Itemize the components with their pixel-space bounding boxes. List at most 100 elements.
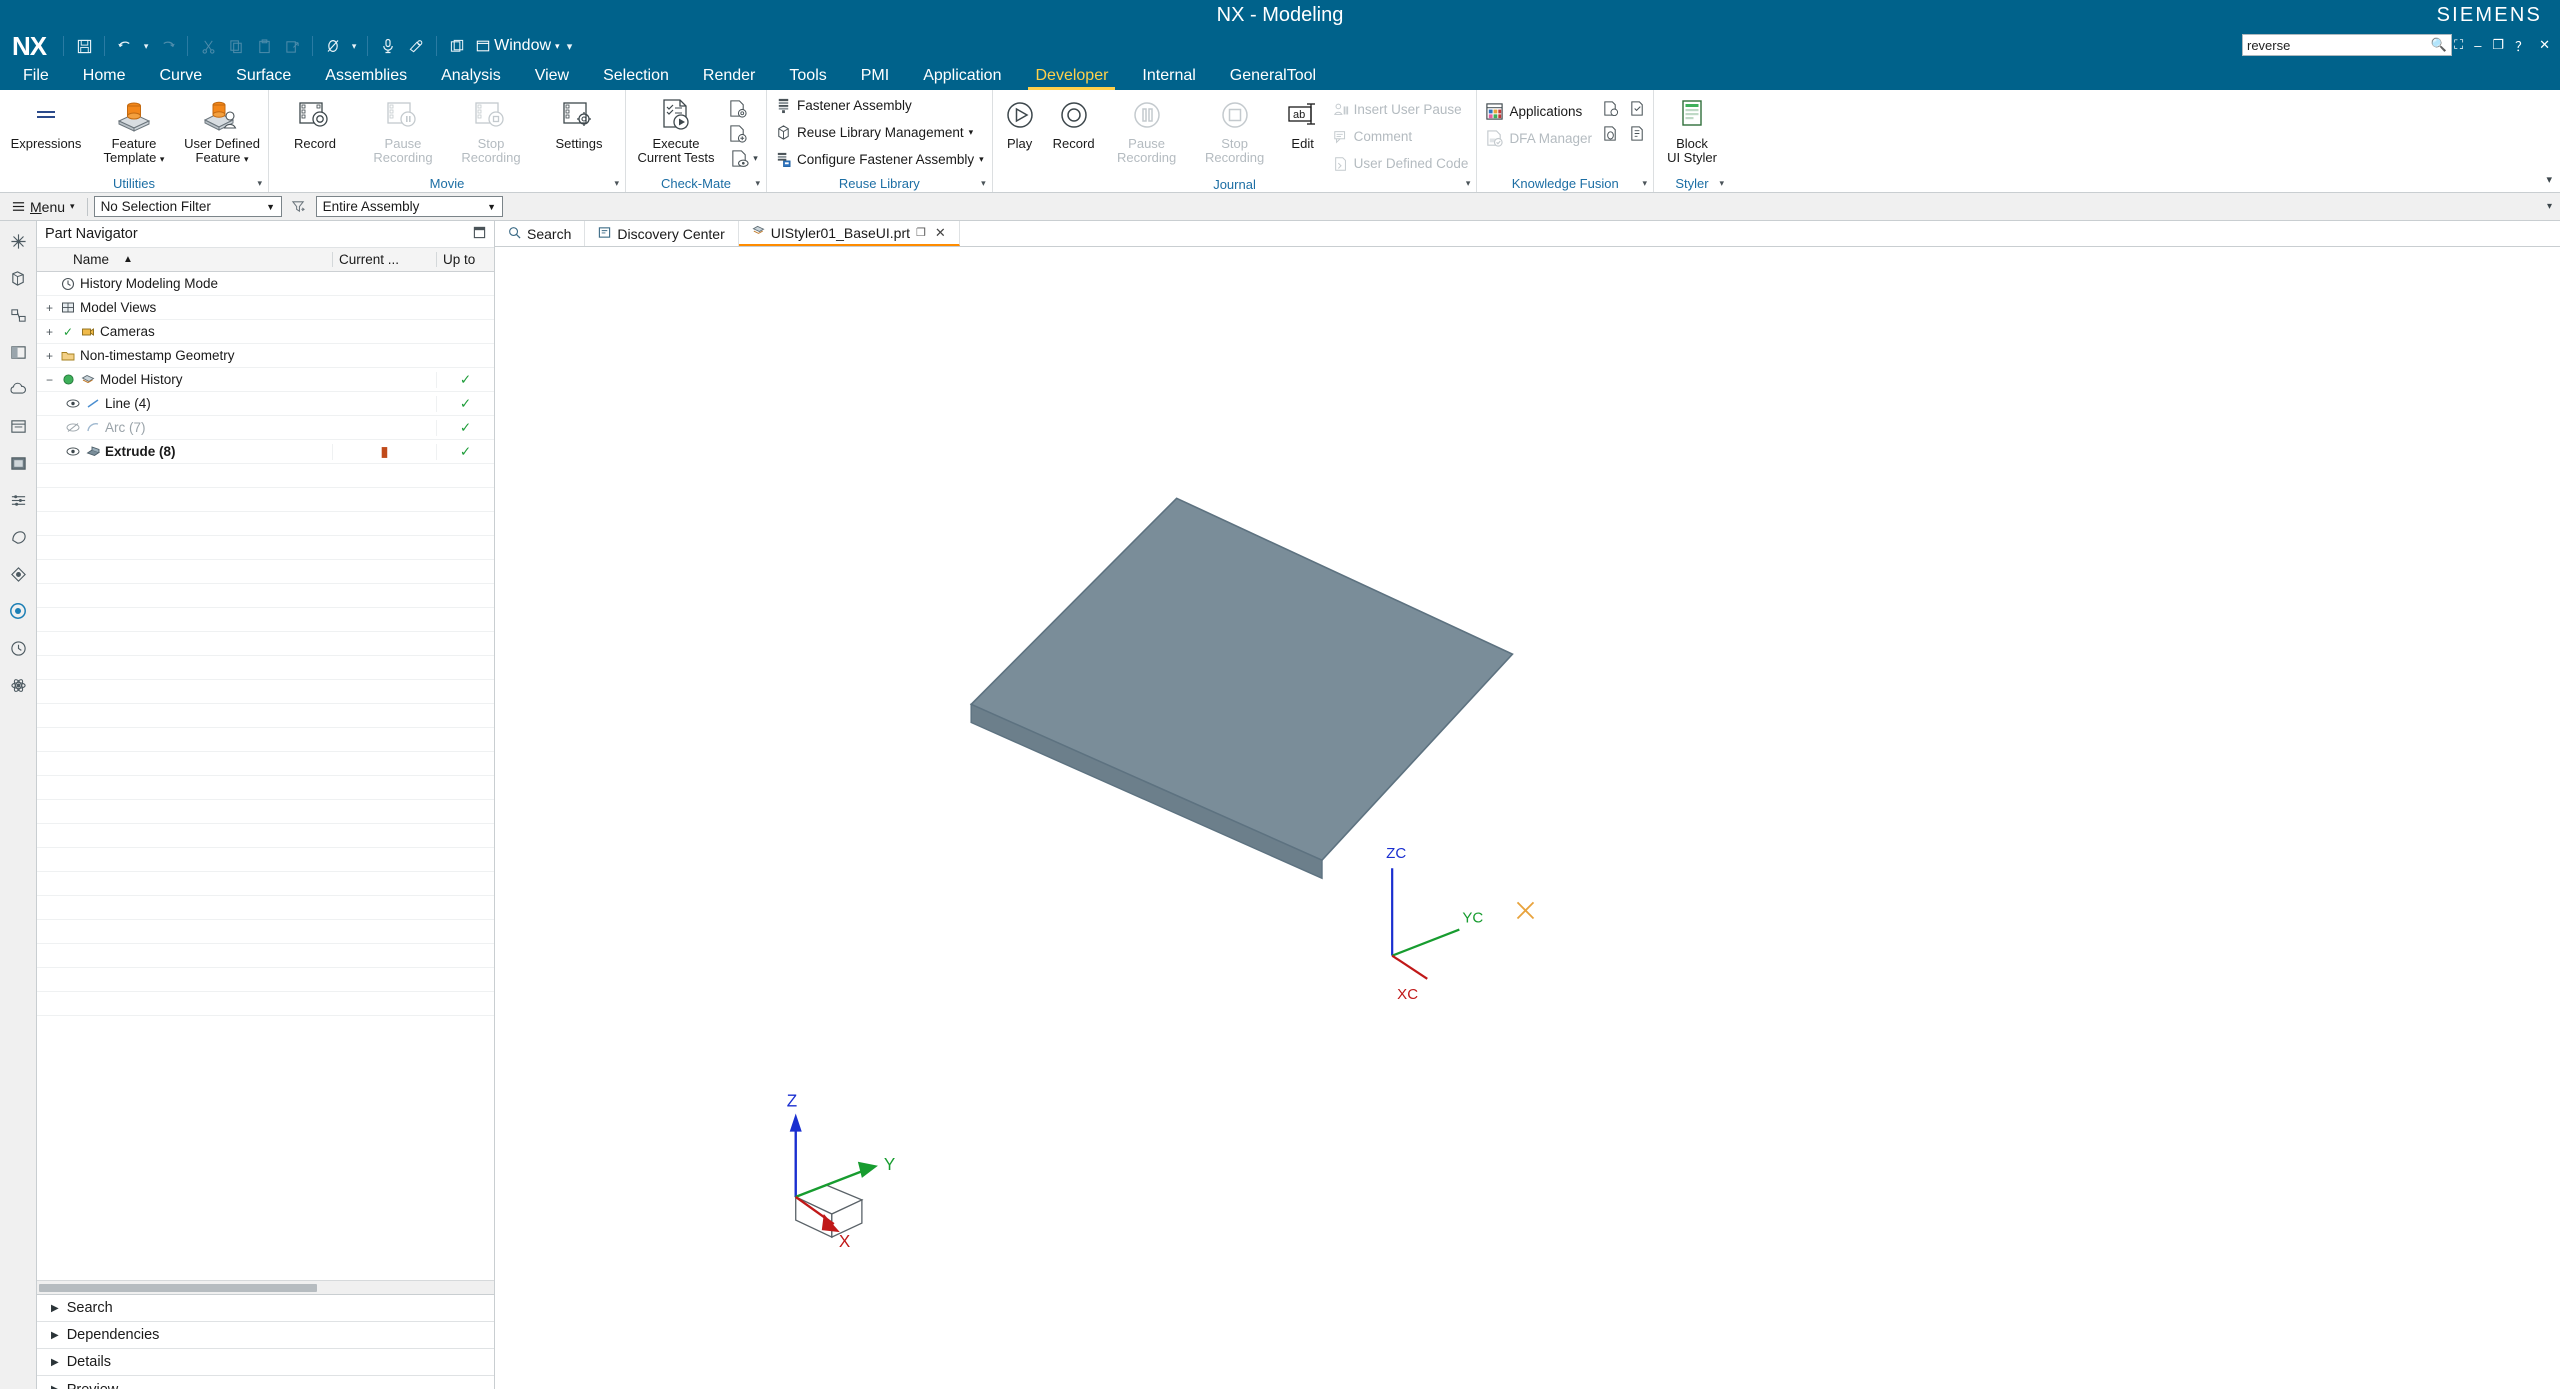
table-row-empty[interactable] — [37, 464, 494, 488]
table-row-empty[interactable] — [37, 728, 494, 752]
user-defined-feature-button[interactable]: User Defined Feature ▾ — [178, 94, 266, 166]
table-row-empty[interactable] — [37, 632, 494, 656]
table-row-empty[interactable] — [37, 656, 494, 680]
styler-dialog-launcher[interactable]: ▾ — [1719, 178, 1724, 189]
undo-dropdown-icon[interactable]: ▾ — [140, 33, 152, 59]
hide-dropdown-icon[interactable]: ▾ — [348, 33, 360, 59]
restore-button[interactable]: ❐ — [2492, 37, 2504, 53]
table-row-empty[interactable] — [37, 848, 494, 872]
eye-icon[interactable] — [65, 398, 81, 409]
execute-current-tests-button[interactable]: Execute Current Tests — [628, 94, 724, 165]
qa-customize-icon[interactable]: ▾ — [562, 33, 578, 59]
applications-item[interactable]: Applications — [1479, 98, 1598, 125]
setup-test-icon[interactable] — [724, 96, 750, 120]
topology-icon[interactable] — [4, 671, 32, 699]
reuse-library-dialog-launcher[interactable]: ▾ — [981, 178, 986, 189]
column-header-current[interactable]: Current ... — [332, 252, 436, 267]
hd3d-tools-icon[interactable] — [4, 375, 32, 403]
voice-icon[interactable] — [375, 33, 401, 59]
tab-search[interactable]: Search — [495, 221, 586, 246]
table-row-empty[interactable] — [37, 512, 494, 536]
web-browser-icon[interactable] — [4, 412, 32, 440]
constraint-navigator-icon[interactable] — [4, 301, 32, 329]
tab-generaltool[interactable]: GeneralTool — [1213, 62, 1333, 90]
table-row[interactable]: + ✓ Cameras — [37, 320, 494, 344]
close-button[interactable]: ✕ — [2539, 37, 2550, 53]
search-icon[interactable]: 🔍 — [2431, 37, 2447, 53]
funnel-reset-icon[interactable] — [288, 199, 310, 214]
clock-icon[interactable] — [4, 634, 32, 662]
table-row-empty[interactable] — [37, 872, 494, 896]
view-results-icon[interactable]: ▾ — [724, 146, 764, 170]
movie-record-button[interactable]: Record — [271, 94, 359, 151]
hide-icon[interactable] — [320, 33, 346, 59]
assembly-navigator-icon[interactable] — [4, 227, 32, 255]
part-navigator-hscrollbar[interactable] — [37, 1280, 494, 1294]
tab-assemblies[interactable]: Assemblies — [308, 62, 424, 90]
paste-special-icon[interactable] — [279, 33, 305, 59]
view-manager-icon[interactable] — [4, 597, 32, 625]
column-header-name[interactable]: Name ▲ — [37, 252, 332, 267]
kf-check-icon[interactable] — [1625, 96, 1651, 120]
paint-icon[interactable] — [403, 33, 429, 59]
copy-icon[interactable] — [223, 33, 249, 59]
chevron-down-icon[interactable]: ▾ — [969, 127, 974, 138]
tab-part-file[interactable]: UIStyler01_BaseUI.prt ❐ ✕ — [738, 221, 960, 246]
scrollbar-thumb[interactable] — [39, 1283, 317, 1292]
table-row-empty[interactable] — [37, 488, 494, 512]
table-row-empty[interactable] — [37, 992, 494, 1016]
reuse-library-management-item[interactable]: Reuse Library Management ▾ — [769, 119, 979, 146]
paste-icon[interactable] — [251, 33, 277, 59]
search-input[interactable] — [2247, 37, 2431, 53]
tab-surface[interactable]: Surface — [219, 62, 308, 90]
tree-expander[interactable]: + — [43, 301, 56, 315]
tab-tools[interactable]: Tools — [772, 62, 843, 90]
journal-edit-button[interactable]: ab Edit — [1279, 94, 1327, 151]
movie-dialog-launcher[interactable]: ▾ — [614, 178, 619, 189]
tab-render[interactable]: Render — [686, 62, 772, 90]
add-test-icon[interactable] — [724, 121, 750, 145]
section-dependencies[interactable]: ▶ Dependencies — [37, 1322, 494, 1349]
kf-navigator-icon[interactable] — [1598, 96, 1624, 120]
eye-off-icon[interactable] — [65, 422, 81, 433]
table-row-empty[interactable] — [37, 920, 494, 944]
table-row[interactable]: History Modeling Mode — [37, 272, 494, 296]
tab-pmi[interactable]: PMI — [844, 62, 906, 90]
table-row-empty[interactable] — [37, 968, 494, 992]
block-ui-styler-button[interactable]: Block UI Styler — [1656, 94, 1728, 165]
table-row[interactable]: + Model Views — [37, 296, 494, 320]
table-row-empty[interactable] — [37, 704, 494, 728]
fastener-assembly-item[interactable]: Fastener Assembly — [769, 92, 918, 119]
close-icon[interactable]: ✕ — [935, 225, 946, 241]
tab-internal[interactable]: Internal — [1125, 62, 1212, 90]
tab-file[interactable]: File — [6, 62, 66, 90]
chevron-down-icon[interactable]: ▼ — [263, 202, 279, 212]
eye-icon[interactable] — [65, 446, 81, 457]
part-navigator-tree[interactable]: History Modeling Mode + Model Views + ✓ … — [37, 272, 494, 1280]
window-menu[interactable]: Window ▾ — [476, 37, 560, 55]
command-finder[interactable]: 🔍 — [2242, 34, 2452, 56]
tab-discovery-center[interactable]: Discovery Center — [585, 221, 739, 246]
configure-fastener-assembly-item[interactable]: Configure Fastener Assembly ▾ — [769, 146, 990, 173]
kf-debug-icon[interactable] — [1598, 121, 1624, 145]
expressions-button[interactable]: Expressions — [2, 94, 90, 151]
section-preview[interactable]: ▶ Preview — [37, 1376, 494, 1389]
cut-icon[interactable] — [195, 33, 221, 59]
pin-icon[interactable] — [473, 226, 486, 242]
history-icon[interactable] — [4, 449, 32, 477]
table-row-empty[interactable] — [37, 584, 494, 608]
selbar-overflow-icon[interactable]: ▾ — [2547, 201, 2552, 212]
journal-dialog-launcher[interactable]: ▾ — [1466, 178, 1471, 189]
redo-icon[interactable] — [154, 33, 180, 59]
checkmate-dialog-launcher[interactable]: ▾ — [755, 178, 760, 189]
kf-browser-icon[interactable] — [1625, 121, 1651, 145]
selection-scope-combo[interactable]: Entire Assembly ▼ — [315, 196, 503, 217]
table-row[interactable]: + Non-timestamp Geometry — [37, 344, 494, 368]
float-tab-icon[interactable]: ❐ — [916, 226, 926, 239]
table-row-empty[interactable] — [37, 680, 494, 704]
tab-home[interactable]: Home — [66, 62, 143, 90]
tab-analysis[interactable]: Analysis — [424, 62, 518, 90]
selection-filter-combo[interactable]: No Selection Filter ▼ — [93, 196, 282, 217]
tab-application[interactable]: Application — [906, 62, 1018, 90]
table-row-empty[interactable] — [37, 776, 494, 800]
